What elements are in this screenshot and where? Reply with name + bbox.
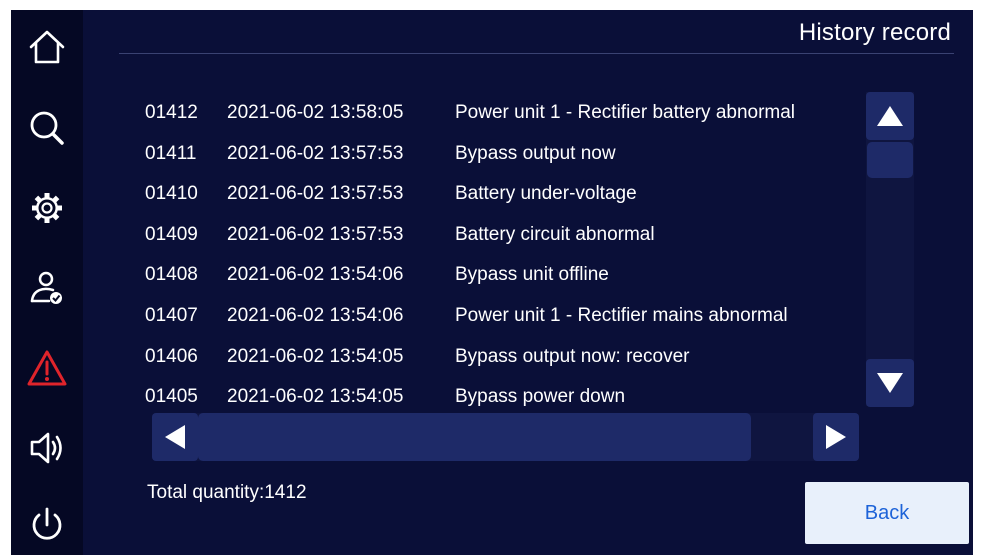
record-time: 2021-06-02 13:58:05 [227,102,404,123]
search-icon [30,111,64,145]
triangle-right-icon [826,425,846,449]
speaker-icon [30,432,62,464]
user-check-icon [30,271,62,304]
warning-icon [27,350,67,386]
list-item[interactable]: 01411 2021-06-02 13:57:53 Bypass output … [145,134,616,174]
power-button[interactable] [25,503,69,547]
record-time: 2021-06-02 13:57:53 [227,183,404,204]
horizontal-scroll-thumb[interactable] [198,413,751,461]
record-number: 01412 [145,102,198,123]
home-icon [29,30,65,64]
user-button[interactable] [25,266,69,310]
list-item[interactable]: 01410 2021-06-02 13:57:53 Battery under-… [145,174,637,214]
home-button[interactable] [25,25,69,69]
list-item[interactable]: 01408 2021-06-02 13:54:06 Bypass unit of… [145,255,609,295]
record-event: Bypass output now: recover [455,346,690,367]
scroll-down-button[interactable] [866,359,914,407]
record-time: 2021-06-02 13:54:05 [227,386,404,407]
gear-icon [32,193,62,223]
search-button[interactable] [25,106,69,150]
total-quantity: Total quantity:1412 [147,482,307,503]
scroll-up-button[interactable] [866,92,914,140]
power-icon [32,507,62,540]
record-number: 01407 [145,305,198,326]
triangle-down-icon [877,373,903,393]
record-event: Power unit 1 - Rectifier mains abnormal [455,305,788,326]
history-list: 01412 2021-06-02 13:58:05 Power unit 1 -… [145,93,865,415]
vertical-scroll-thumb[interactable] [867,142,913,178]
record-event: Bypass power down [455,386,626,407]
triangle-left-icon [165,425,185,449]
record-number: 01406 [145,346,198,367]
back-button[interactable]: Back [805,482,969,544]
scroll-right-button[interactable] [813,413,859,461]
record-number: 01411 [145,143,197,164]
app-window: History record 01412 2021-06-02 13:58:05… [11,10,973,555]
record-time: 2021-06-02 13:54:06 [227,305,404,326]
record-number: 01405 [145,386,198,407]
record-event: Battery under-voltage [455,183,637,204]
list-item[interactable]: 01407 2021-06-02 13:54:06 Power unit 1 -… [145,296,788,336]
record-number: 01409 [145,224,198,245]
list-item[interactable]: 01412 2021-06-02 13:58:05 Power unit 1 -… [145,93,795,133]
sidebar [11,10,83,555]
record-time: 2021-06-02 13:57:53 [227,224,404,245]
list-item[interactable]: 01409 2021-06-02 13:57:53 Battery circui… [145,215,655,255]
list-item[interactable]: 01406 2021-06-02 13:54:05 Bypass output … [145,337,689,377]
record-event: Battery circuit abnormal [455,224,655,245]
triangle-up-icon [877,106,903,126]
record-number: 01408 [145,264,198,285]
page-title: History record [798,19,951,46]
record-time: 2021-06-02 13:54:06 [227,264,404,285]
sound-button[interactable] [25,426,69,470]
scroll-left-button[interactable] [152,413,198,461]
record-event: Bypass unit offline [455,264,609,285]
list-item[interactable]: 01405 2021-06-02 13:54:05 Bypass power d… [145,377,625,415]
record-number: 01410 [145,183,198,204]
record-time: 2021-06-02 13:54:05 [227,346,404,367]
alarm-button[interactable] [25,346,69,390]
record-event: Power unit 1 - Rectifier battery abnorma… [455,102,796,123]
settings-button[interactable] [25,186,69,230]
record-event: Bypass output now [455,143,616,164]
title-divider [119,53,954,54]
record-time: 2021-06-02 13:57:53 [227,143,404,164]
